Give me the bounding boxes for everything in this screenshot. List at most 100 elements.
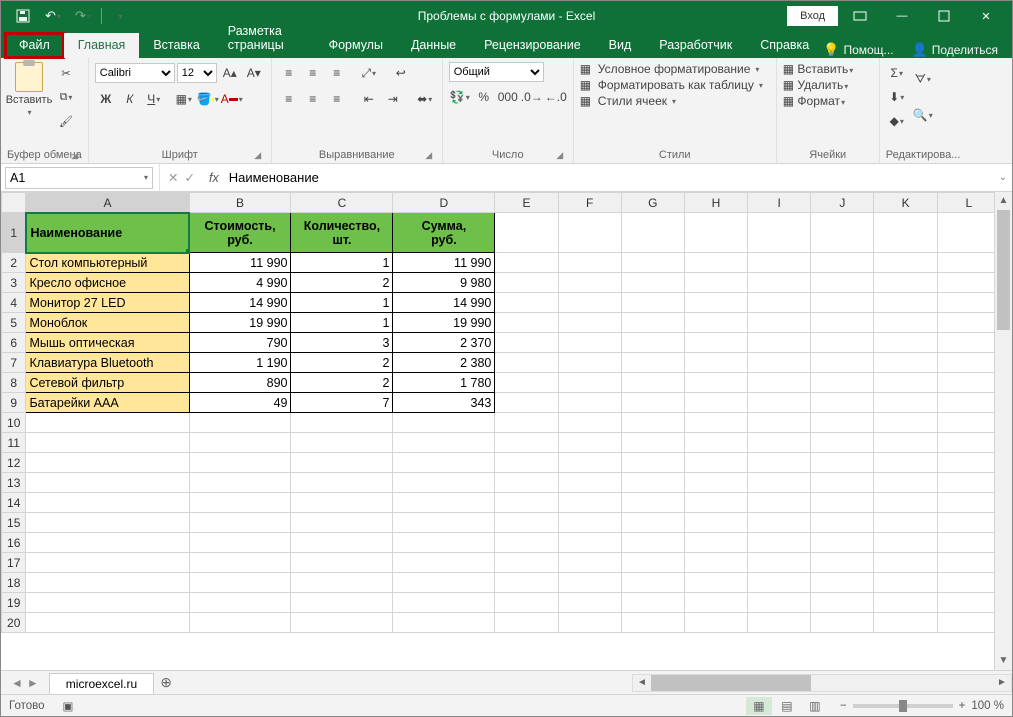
cell[interactable]: Сумма,руб.	[393, 213, 495, 253]
cancel-formula-icon[interactable]: ✕	[168, 170, 178, 185]
cell[interactable]: 19 990	[393, 313, 495, 333]
col-header[interactable]: H	[684, 193, 747, 213]
underline-button[interactable]: Ч▾	[143, 88, 165, 110]
formula-input[interactable]	[225, 167, 994, 189]
comma-icon[interactable]: 000	[497, 86, 519, 108]
cell[interactable]: Моноблок	[26, 313, 189, 333]
tab-help[interactable]: Справка	[746, 33, 823, 58]
sheet-tab[interactable]: microexcel.ru	[49, 673, 154, 694]
col-header[interactable]: D	[393, 193, 495, 213]
row-header[interactable]: 14	[2, 493, 26, 513]
align-bottom-icon[interactable]: ≡	[326, 62, 348, 84]
qat-customize-icon[interactable]: ▾	[106, 2, 134, 30]
row-header[interactable]: 5	[2, 313, 26, 333]
tab-developer[interactable]: Разработчик	[645, 33, 746, 58]
cell[interactable]: 49	[189, 393, 291, 413]
cell[interactable]: 2	[291, 353, 393, 373]
ribbon-options-icon[interactable]	[840, 1, 880, 31]
fill-icon[interactable]: ⬇▾	[886, 86, 908, 108]
decrease-indent-icon[interactable]: ⇤	[358, 88, 380, 110]
percent-icon[interactable]: %	[473, 86, 495, 108]
cut-icon[interactable]: ✂	[55, 62, 77, 84]
col-header[interactable]: B	[189, 193, 291, 213]
vertical-scrollbar[interactable]: ▲ ▼	[994, 192, 1012, 670]
row-header[interactable]: 19	[2, 593, 26, 613]
cell[interactable]: 1	[291, 293, 393, 313]
redo-icon[interactable]: ↷▾	[69, 2, 97, 30]
cell[interactable]: 2	[291, 273, 393, 293]
cell-styles-button[interactable]: ▦Стили ячеек▾	[580, 94, 770, 108]
share-button[interactable]: 👤Поделиться	[912, 42, 998, 58]
row-header[interactable]: 4	[2, 293, 26, 313]
cell[interactable]: Кресло офисное	[26, 273, 189, 293]
bold-button[interactable]: Ж	[95, 88, 117, 110]
cell[interactable]: Стоимость,руб.	[189, 213, 291, 253]
expand-formula-bar-icon[interactable]: ⌄	[994, 172, 1012, 183]
maximize-icon[interactable]	[924, 1, 964, 31]
paste-button[interactable]: Вставить ▾	[7, 62, 51, 146]
cell[interactable]: 3	[291, 333, 393, 353]
cell[interactable]: 9 980	[393, 273, 495, 293]
cell[interactable]: 14 990	[189, 293, 291, 313]
tab-data[interactable]: Данные	[397, 33, 470, 58]
cell[interactable]: 790	[189, 333, 291, 353]
fill-color-icon[interactable]: 🪣▾	[197, 88, 219, 110]
normal-view-icon[interactable]: ▦	[746, 697, 772, 715]
cell[interactable]: 1 780	[393, 373, 495, 393]
cell[interactable]: 1	[291, 253, 393, 273]
tell-me[interactable]: 💡Помощ...	[823, 42, 893, 58]
cell[interactable]: Клавиатура Bluetooth	[26, 353, 189, 373]
zoom-in-icon[interactable]: +	[959, 700, 966, 712]
tab-formulas[interactable]: Формулы	[315, 33, 397, 58]
cell[interactable]: 343	[393, 393, 495, 413]
zoom-slider[interactable]	[853, 704, 953, 708]
cell[interactable]: 14 990	[393, 293, 495, 313]
copy-icon[interactable]: ⧉▾	[55, 86, 77, 108]
col-header[interactable]: K	[874, 193, 937, 213]
cell[interactable]: 2 380	[393, 353, 495, 373]
row-header[interactable]: 2	[2, 253, 26, 273]
col-header[interactable]: A	[26, 193, 189, 213]
scroll-thumb[interactable]	[997, 210, 1010, 330]
cells[interactable]: A B C D E F G H I J K L 1 Наименование С…	[1, 192, 994, 633]
cell[interactable]: 2 370	[393, 333, 495, 353]
col-header[interactable]: G	[621, 193, 684, 213]
cell[interactable]: 11 990	[189, 253, 291, 273]
increase-indent-icon[interactable]: ⇥	[382, 88, 404, 110]
col-header[interactable]: L	[937, 193, 994, 213]
clear-icon[interactable]: ◆▾	[886, 110, 908, 132]
row-header[interactable]: 20	[2, 613, 26, 633]
fx-icon[interactable]: fx	[203, 171, 225, 185]
row-header[interactable]: 9	[2, 393, 26, 413]
undo-icon[interactable]: ↶▾	[39, 2, 67, 30]
column-headers[interactable]: A B C D E F G H I J K L	[2, 193, 995, 213]
decrease-decimal-icon[interactable]: ←.0	[545, 86, 567, 108]
row-header[interactable]: 13	[2, 473, 26, 493]
increase-decimal-icon[interactable]: .0→	[521, 86, 543, 108]
tab-review[interactable]: Рецензирование	[470, 33, 595, 58]
cell[interactable]: Батарейки AAA	[26, 393, 189, 413]
sheet-nav-next-icon[interactable]: ►	[27, 676, 39, 690]
currency-icon[interactable]: 💱▾	[449, 86, 471, 108]
tab-insert[interactable]: Вставка	[139, 33, 213, 58]
cell[interactable]: 4 990	[189, 273, 291, 293]
number-format-select[interactable]: Общий	[449, 62, 544, 82]
font-size-select[interactable]: 12	[177, 63, 217, 83]
cell[interactable]: 19 990	[189, 313, 291, 333]
tab-view[interactable]: Вид	[595, 33, 646, 58]
dialog-launcher-icon[interactable]: ◢	[555, 150, 565, 160]
align-top-icon[interactable]: ≡	[278, 62, 300, 84]
merge-center-icon[interactable]: ⬌▾	[414, 88, 436, 110]
cell[interactable]: Наименование	[26, 213, 189, 253]
select-all-corner[interactable]	[2, 193, 26, 213]
minimize-icon[interactable]: —	[882, 1, 922, 31]
format-cells-button[interactable]: ▦ Формат▾	[783, 94, 873, 108]
find-select-icon[interactable]: 🔍▾	[912, 98, 934, 132]
format-painter-icon[interactable]: 🖌	[55, 110, 77, 132]
col-header[interactable]: E	[495, 193, 558, 213]
col-header[interactable]: I	[748, 193, 811, 213]
add-sheet-icon[interactable]: ⊕	[154, 674, 178, 691]
tab-home[interactable]: Главная	[64, 33, 140, 58]
insert-cells-button[interactable]: ▦ Вставить▾	[783, 62, 873, 76]
wrap-text-icon[interactable]: ↩	[390, 62, 412, 84]
